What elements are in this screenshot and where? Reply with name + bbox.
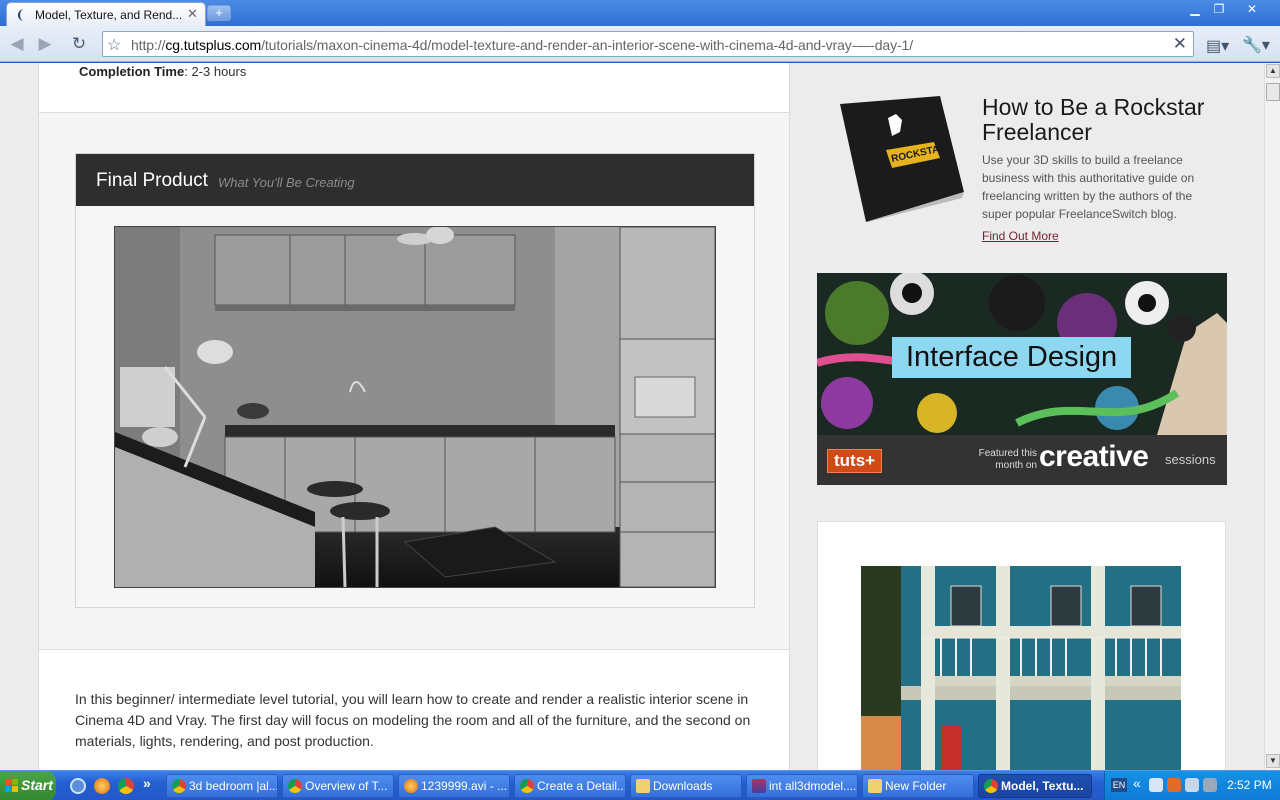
tutsplus-favicon-icon: [18, 9, 24, 21]
taskbar-item[interactable]: 1239999.avi - ...: [398, 774, 510, 798]
interface-design-label: Interface Design: [892, 337, 1132, 378]
tab-strip: Model, Texture, and Rend... ✕ + ▁ ❐ ✕: [0, 0, 1280, 26]
taskbar: Start » 3d bedroom |al... Overview of T.…: [0, 770, 1280, 800]
browser-tab-active[interactable]: Model, Texture, and Rend... ✕: [6, 2, 206, 26]
vertical-scrollbar[interactable]: ▲ ▼: [1264, 63, 1280, 770]
rockstar-book-cover[interactable]: ROCKSTAR: [830, 96, 964, 222]
taskbar-item[interactable]: int all3dmodel....: [746, 774, 858, 798]
vlc-icon: [404, 779, 418, 793]
reload-icon[interactable]: ↻: [68, 34, 90, 54]
completion-time: Completion Time: 2-3 hours: [79, 64, 247, 79]
minimize-icon[interactable]: ▁: [1184, 1, 1206, 17]
url-text[interactable]: http://cg.tutsplus.com/tutorials/maxon-c…: [131, 37, 913, 53]
tuts-plus-logo: tuts+: [827, 449, 883, 473]
promo-title: How to Be a Rockstar Freelancer: [982, 94, 1205, 145]
chrome-icon: [288, 779, 302, 793]
close-window-icon[interactable]: ✕: [1232, 1, 1272, 17]
kitchen-render-image[interactable]: [114, 226, 716, 588]
vlc-quicklaunch-icon[interactable]: [94, 778, 110, 794]
bookmark-star-icon[interactable]: ☆: [107, 35, 121, 55]
winrar-icon: [752, 779, 766, 793]
taskbar-item-active[interactable]: Model, Textu...: [978, 774, 1092, 798]
volume-icon[interactable]: [1185, 778, 1199, 792]
quicklaunch-more-icon[interactable]: »: [143, 775, 151, 791]
address-bar[interactable]: ☆ http://cg.tutsplus.com/tutorials/maxon…: [102, 31, 1194, 57]
folder-icon: [868, 779, 882, 793]
start-button[interactable]: Start: [0, 771, 56, 800]
sessions-logo: sessions: [1165, 452, 1216, 467]
promo-description: Use your 3D skills to build a freelance …: [982, 153, 1195, 221]
folder-icon: [636, 779, 650, 793]
forward-arrow-icon[interactable]: ▶: [34, 34, 56, 54]
network-icon[interactable]: [1149, 778, 1163, 792]
back-arrow-icon[interactable]: ◀: [6, 34, 28, 54]
windows-flag-icon: [5, 779, 18, 792]
article-column: Completion Time: 2-3 hours Final Product…: [38, 63, 790, 770]
creative-sessions-ad[interactable]: Interface Design tuts+ Featured this mon…: [817, 273, 1227, 485]
ad-footer: tuts+ Featured this month on creative se…: [817, 435, 1227, 485]
chrome-icon: [984, 779, 998, 793]
final-product-title: Final Product: [96, 170, 208, 191]
intro-paragraph: In this beginner/ intermediate level tut…: [75, 691, 751, 749]
language-indicator[interactable]: EN: [1111, 778, 1127, 792]
final-product-header: Final Product What You'll Be Creating: [76, 154, 754, 206]
wrench-menu-icon[interactable]: 🔧▾: [1242, 35, 1270, 55]
scroll-down-icon[interactable]: ▼: [1266, 754, 1280, 768]
taskbar-item[interactable]: Downloads: [630, 774, 742, 798]
clock[interactable]: 2:52 PM: [1227, 778, 1272, 792]
safely-remove-icon[interactable]: [1203, 778, 1217, 792]
ad-featured-text: Featured this month on: [978, 448, 1037, 471]
taskbar-item[interactable]: New Folder: [862, 774, 974, 798]
tab-close-icon[interactable]: ✕: [187, 6, 198, 22]
chrome-icon: [520, 779, 534, 793]
house-render-card: [817, 521, 1226, 770]
chrome-quicklaunch-icon[interactable]: [118, 778, 134, 794]
page-menu-icon[interactable]: ▤▾: [1206, 36, 1229, 56]
final-product-box: Final Product What You'll Be Creating: [75, 153, 755, 608]
start-label: Start: [21, 777, 53, 793]
app-tray-icon[interactable]: [1167, 778, 1181, 792]
tab-title: Model, Texture, and Rend...: [35, 8, 181, 22]
house-render-image[interactable]: [861, 566, 1181, 770]
browser-toolbar: ◀ ▶ ↻ ☆ http://cg.tutsplus.com/tutorials…: [0, 26, 1280, 62]
chrome-icon: [172, 779, 186, 793]
sidebar: ROCKSTAR How to Be a Rockstar Freelancer…: [790, 63, 1264, 770]
taskbar-item[interactable]: Overview of T...: [282, 774, 394, 798]
taskbar-item[interactable]: 3d bedroom |al...: [166, 774, 278, 798]
taskbar-item[interactable]: Create a Detail...: [514, 774, 626, 798]
stop-loading-icon[interactable]: ✕: [1173, 34, 1187, 54]
scroll-up-icon[interactable]: ▲: [1266, 64, 1280, 78]
creative-logo: creative: [1039, 440, 1149, 473]
page-viewport: Completion Time: 2-3 hours Final Product…: [0, 63, 1264, 770]
show-desktop-icon[interactable]: [70, 778, 86, 794]
divider: [39, 649, 789, 650]
restore-icon[interactable]: ❐: [1208, 1, 1230, 17]
system-tray: EN « 2:52 PM: [1104, 771, 1280, 800]
find-out-more-link[interactable]: Find Out More: [982, 229, 1059, 243]
new-tab-button[interactable]: +: [207, 5, 231, 21]
tray-expand-icon[interactable]: «: [1133, 775, 1141, 791]
scrollbar-thumb[interactable]: [1266, 83, 1280, 101]
final-product-subtitle: What You'll Be Creating: [218, 175, 355, 190]
